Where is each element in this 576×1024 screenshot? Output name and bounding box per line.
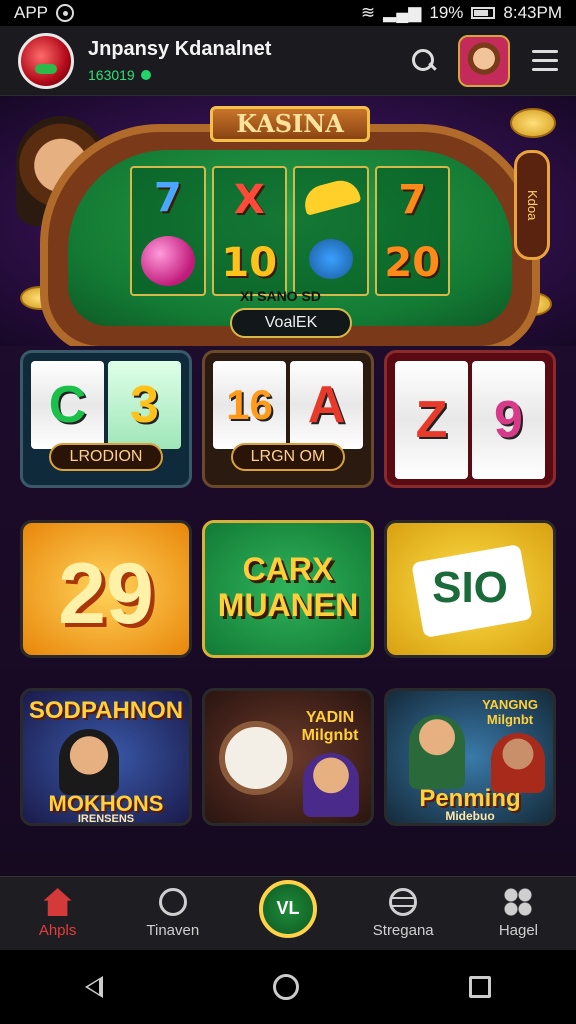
card-sub: Midebuo (445, 809, 495, 823)
game-card[interactable]: Z 9 (384, 350, 556, 488)
reel-column (293, 166, 369, 296)
game-card[interactable]: 29 (20, 520, 192, 658)
bottom-nav: Ahpls Tinaven VL Stregana Hagel (0, 876, 576, 950)
nav-home[interactable]: Ahpls (0, 877, 115, 950)
app-title: Jnpansy Kdanalnet (88, 38, 272, 60)
game-card[interactable]: 16 A LRGN OM (202, 350, 374, 488)
status-bar: APP ≋ ▂▄▆ 19% 8:43PM (0, 0, 576, 26)
game-card[interactable]: YANGNG Milgnbt Penming Midebuo (384, 688, 556, 826)
wifi-icon: ≋ (360, 3, 376, 22)
card-title: YADIN Milgnbt (301, 709, 359, 744)
hero-button[interactable]: VoalEK (230, 308, 352, 338)
record-icon (56, 4, 75, 22)
plate-image (219, 721, 293, 795)
nav-search[interactable]: Tinaven (115, 877, 230, 950)
player-image (409, 715, 465, 789)
hero-reels: 7 X 10 7 20 (130, 166, 450, 296)
reel-symbol: X (233, 176, 265, 223)
avatar[interactable] (458, 34, 510, 87)
nav-sports[interactable]: Stregana (346, 877, 461, 950)
nav-label: Hagel (498, 922, 539, 939)
brand: Jnpansy Kdanalnet 163019 (88, 38, 271, 83)
nav-center[interactable]: VL (230, 877, 345, 950)
player-image (59, 729, 119, 795)
fruit-icon (140, 236, 195, 286)
card-title: YANGNG Milgnbt (482, 697, 538, 727)
card-reels: C 3 (31, 361, 181, 449)
card-title: SODPAHNON (28, 697, 184, 724)
reel-symbol: 16 (213, 361, 286, 449)
reel-symbol: A (290, 361, 363, 449)
reel-symbol: Z (395, 361, 468, 479)
chat-icon (158, 888, 187, 916)
signal-icon: ▂▄▆ (383, 3, 422, 22)
game-card[interactable]: CARX MUANEN (202, 520, 374, 658)
player-image (491, 733, 545, 793)
hero-subtitle: XI SANO SD (240, 288, 321, 304)
clock: 8:43PM (503, 3, 562, 22)
search-icon[interactable] (412, 48, 436, 73)
card-reels: 16 A (213, 361, 363, 449)
app-logo[interactable] (18, 32, 74, 89)
game-card[interactable]: YADIN Milgnbt (202, 688, 374, 826)
gem-icon (308, 239, 353, 279)
online-dot-icon (140, 70, 151, 80)
home-icon (43, 888, 72, 916)
battery-label: 19% (429, 3, 464, 22)
center-action-button[interactable]: VL (259, 879, 317, 938)
card-sub: IRENSENS (77, 813, 135, 825)
app-header: Jnpansy Kdanalnet 163019 (0, 26, 576, 96)
side-badge[interactable]: Kdoa (514, 150, 550, 260)
game-card[interactable]: C 3 LRODION (20, 350, 192, 488)
app-label: APP (14, 3, 49, 22)
card-label: CARX MUANEN (217, 551, 359, 623)
reel-column: X 10 (211, 166, 287, 296)
coin-icon (510, 108, 556, 138)
card-label: LRODION (49, 443, 163, 471)
reel-symbol: 20 (384, 239, 441, 286)
card-reels: Z 9 (395, 361, 545, 479)
reel-column: 7 20 (374, 166, 450, 296)
game-card[interactable]: SIO (384, 520, 556, 658)
hero-title: KASINA (210, 106, 370, 142)
card-label: SIO (432, 563, 508, 612)
reel-symbol: 9 (472, 361, 545, 479)
screen: APP ≋ ▂▄▆ 19% 8:43PM Jnpansy Kdanalnet 1… (0, 0, 576, 1024)
banana-icon (300, 176, 362, 216)
card-label: 29 (58, 546, 154, 642)
system-nav (0, 950, 576, 1024)
nav-more[interactable]: Hagel (461, 877, 576, 950)
menu-icon[interactable] (532, 50, 558, 71)
hero-banner[interactable]: KASINA 7 X 10 7 20 XI SANO SD VoalEK Kdo… (0, 96, 576, 346)
nav-label: Tinaven (146, 922, 200, 939)
home-button-icon[interactable] (273, 974, 299, 1000)
nav-label: Ahpls (38, 922, 77, 939)
recents-icon[interactable] (469, 976, 491, 998)
reel-symbol: 7 (398, 176, 427, 223)
card-label: LRGN OM (231, 443, 345, 471)
game-card[interactable]: SODPAHNON MOKHONS IRENSENS (20, 688, 192, 826)
reel-symbol: 10 (221, 239, 278, 286)
online-count-value: 163019 (88, 67, 135, 83)
reel-symbol: C (31, 361, 104, 449)
reel-symbol: 7 (153, 175, 182, 221)
globe-icon (389, 888, 418, 916)
grid-icon (504, 888, 533, 916)
battery-icon (471, 7, 496, 19)
dealer-image (303, 753, 359, 817)
nav-label: Stregana (372, 922, 434, 939)
online-count: 163019 (88, 67, 271, 83)
reel-symbol: 3 (108, 361, 181, 449)
back-icon[interactable] (85, 976, 103, 998)
reel-column: 7 (130, 166, 206, 296)
